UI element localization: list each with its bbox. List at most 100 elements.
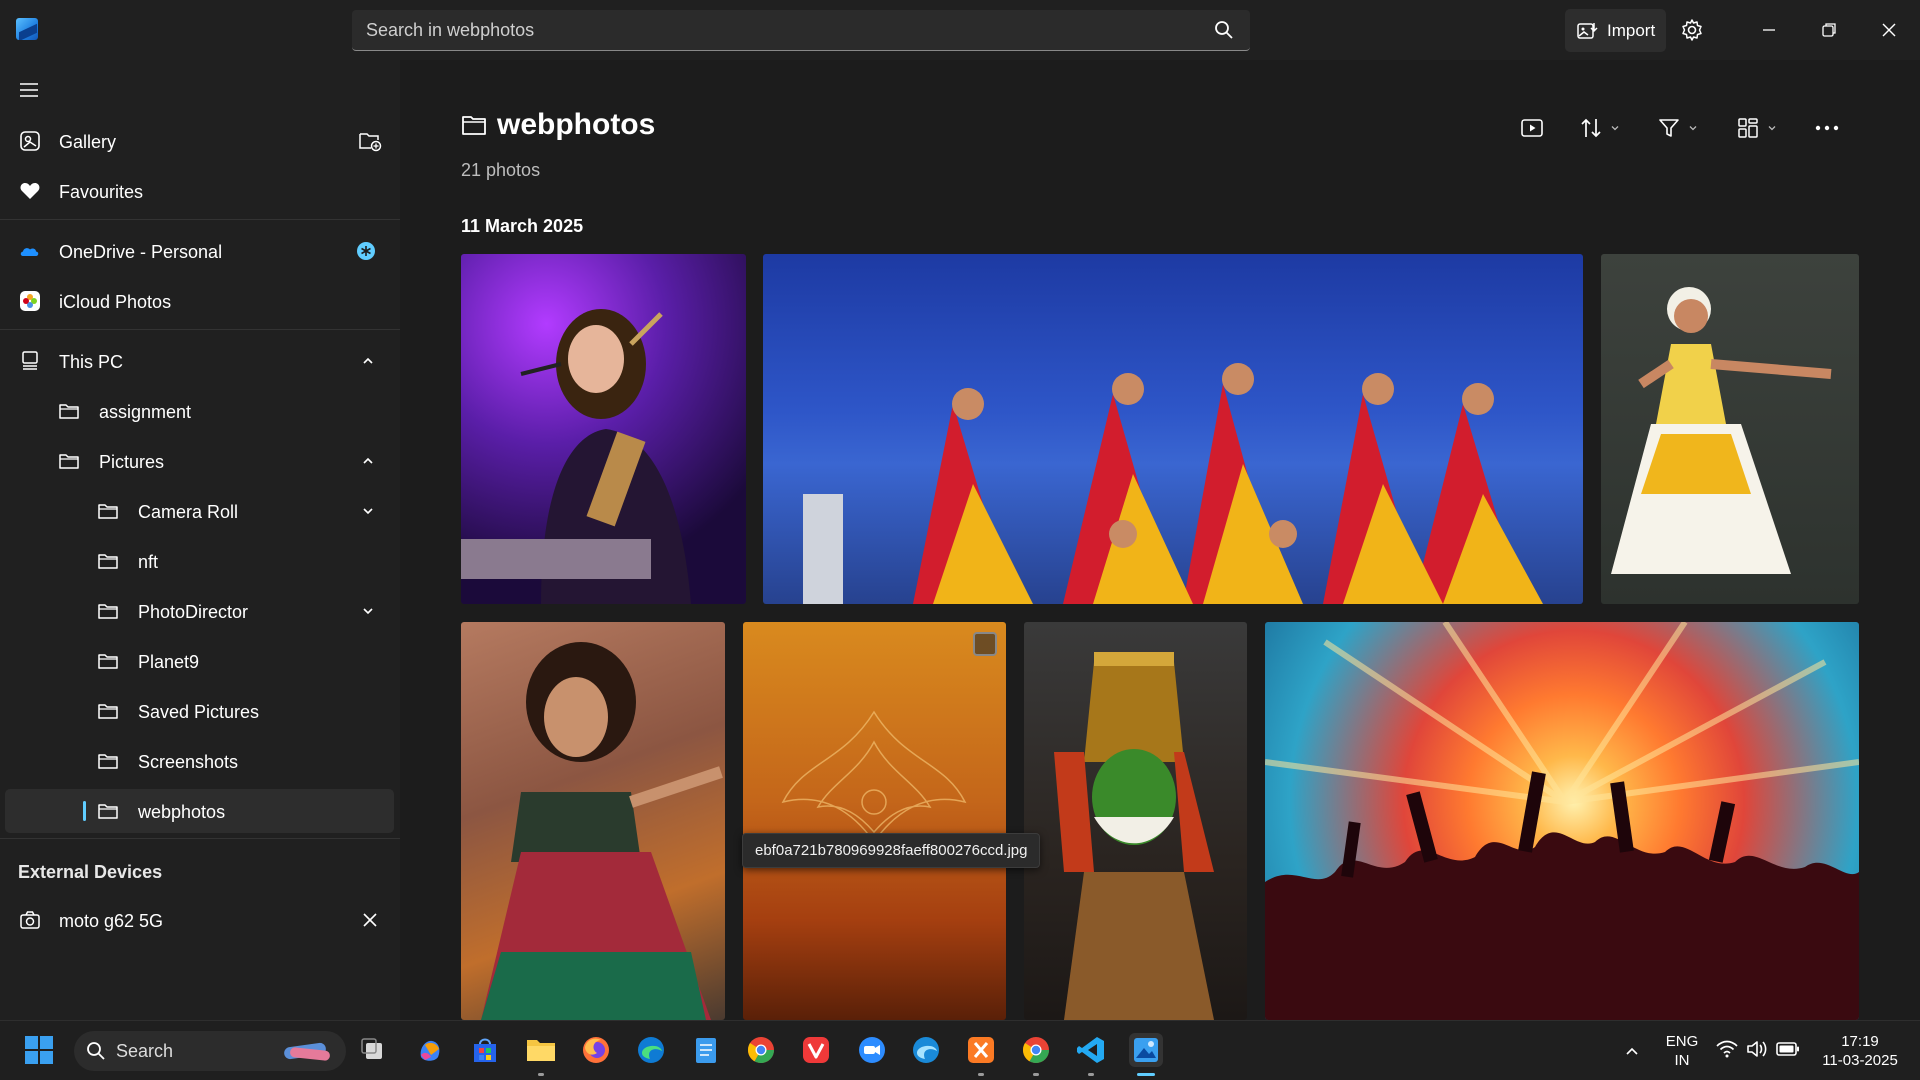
folder-icon: [98, 654, 118, 669]
sidebar-item-device[interactable]: moto g62 5G: [5, 898, 394, 942]
chevron-down-icon[interactable]: [360, 603, 376, 619]
sidebar-item-photodirector[interactable]: PhotoDirector: [5, 589, 394, 633]
chrome-button[interactable]: [744, 1033, 778, 1067]
notepad-button[interactable]: [689, 1033, 723, 1067]
slideshow-button[interactable]: [1521, 114, 1543, 142]
sidebar-item-label: PhotoDirector: [138, 602, 249, 622]
sidebar-item-pictures[interactable]: Pictures: [5, 439, 394, 483]
sidebar-item-planet9[interactable]: Planet9: [5, 639, 394, 683]
sidebar-item-nft[interactable]: nft: [5, 539, 394, 583]
search-icon[interactable]: [1214, 20, 1234, 40]
firefox-button[interactable]: [579, 1033, 613, 1067]
divider: [0, 329, 400, 330]
xampp-button[interactable]: [964, 1033, 998, 1067]
photo-image: [481, 642, 723, 1020]
view-layout-button[interactable]: [1737, 114, 1777, 142]
sidebar-item-onedrive[interactable]: OneDrive - Personal: [5, 229, 394, 273]
task-view-button[interactable]: [356, 1033, 390, 1067]
copilot-button[interactable]: [413, 1033, 447, 1067]
sidebar-item-label: Saved Pictures: [138, 702, 260, 722]
edge-beta-button[interactable]: [909, 1033, 943, 1067]
hamburger-menu-icon[interactable]: [19, 82, 39, 98]
vscode-button[interactable]: [1074, 1033, 1108, 1067]
zoom-button[interactable]: [855, 1033, 889, 1067]
xampp-icon: [968, 1037, 994, 1063]
photo-image: [1054, 652, 1214, 1020]
photo-image: [1611, 287, 1832, 574]
photo-thumbnail[interactable]: [1601, 254, 1859, 604]
sidebar-item-label: Pictures: [99, 452, 165, 472]
close-icon[interactable]: [1877, 18, 1901, 42]
file-explorer-button[interactable]: [524, 1033, 558, 1067]
sidebar-item-screenshots[interactable]: Screenshots: [5, 739, 394, 783]
chevron-up-icon[interactable]: [360, 453, 376, 469]
filter-icon: [1659, 119, 1679, 137]
language-code: ENG: [1665, 1033, 1699, 1050]
photo-thumbnail[interactable]: [1265, 622, 1859, 1020]
sidebar-item-assignment[interactable]: assignment: [5, 389, 394, 433]
sidebar-item-this-pc[interactable]: This PC: [5, 339, 394, 383]
chrome-profile-button[interactable]: [1019, 1033, 1053, 1067]
sidebar-item-label: This PC: [59, 352, 124, 372]
filter-button[interactable]: [1658, 114, 1698, 142]
photo-thumbnail[interactable]: [461, 622, 725, 1020]
chevron-up-icon[interactable]: [360, 353, 376, 369]
start-button[interactable]: [22, 1033, 56, 1067]
vivaldi-button[interactable]: [799, 1033, 833, 1067]
edge-button[interactable]: [634, 1033, 668, 1067]
photo-thumbnail[interactable]: [763, 254, 1583, 604]
sidebar-item-label: assignment: [99, 402, 192, 422]
sync-status-icon: [357, 242, 375, 260]
wifi-icon[interactable]: [1716, 1040, 1738, 1058]
photo-thumbnail[interactable]: [1024, 622, 1247, 1020]
microsoft-store-button[interactable]: [468, 1033, 502, 1067]
chevron-down-icon: [1689, 126, 1697, 131]
sidebar-item-saved-pictures[interactable]: Saved Pictures: [5, 689, 394, 733]
clock[interactable]: 17:19 11-03-2025: [1812, 1032, 1908, 1070]
photos-app-button[interactable]: [1129, 1033, 1163, 1067]
sidebar-item-webphotos[interactable]: webphotos: [5, 789, 394, 833]
search-box[interactable]: [352, 10, 1250, 51]
photo-thumbnail[interactable]: [743, 622, 1006, 1020]
maximize-icon[interactable]: [1817, 18, 1841, 42]
sidebar-item-icloud[interactable]: iCloud Photos: [5, 279, 394, 323]
sidebar-item-gallery[interactable]: Gallery: [5, 119, 394, 163]
search-highlight-icon: [284, 1042, 330, 1061]
add-folder-icon[interactable]: [358, 130, 382, 152]
task-view-icon: [361, 1038, 382, 1059]
eject-close-icon[interactable]: [362, 912, 378, 928]
battery-icon[interactable]: [1776, 1041, 1800, 1057]
folder-icon: [462, 116, 486, 135]
sidebar-item-favourites[interactable]: Favourites: [5, 169, 394, 213]
running-indicator: [538, 1073, 544, 1076]
chevron-down-icon[interactable]: [360, 503, 376, 519]
settings-gear-icon[interactable]: [1680, 18, 1704, 42]
sidebar-item-label: Favourites: [59, 182, 144, 202]
chevron-up-icon[interactable]: [1624, 1043, 1640, 1059]
photo-image: [803, 363, 1543, 604]
sort-button[interactable]: [1580, 114, 1620, 142]
import-label: Import: [1607, 20, 1656, 40]
search-icon: [87, 1042, 105, 1060]
folder-icon: [98, 704, 118, 719]
search-input[interactable]: [366, 10, 1186, 50]
photo-thumbnail[interactable]: [461, 254, 746, 604]
volume-icon[interactable]: [1746, 1039, 1768, 1059]
store-icon: [474, 1038, 496, 1062]
sidebar-item-label: webphotos: [138, 802, 226, 822]
folder-icon: [59, 454, 79, 469]
external-devices-heading: External Devices: [18, 862, 163, 882]
photo-image: [781, 710, 967, 844]
language-indicator[interactable]: ENG IN: [1662, 1032, 1702, 1070]
taskbar-search[interactable]: Search: [74, 1031, 346, 1071]
selection-checkbox[interactable]: [973, 632, 997, 656]
copilot-icon: [420, 1040, 440, 1061]
sidebar-item-label: moto g62 5G: [59, 911, 164, 931]
more-options-button[interactable]: [1815, 114, 1839, 142]
heart-icon: [20, 183, 40, 199]
computer-icon: [22, 351, 38, 370]
sidebar-item-camera-roll[interactable]: Camera Roll: [5, 489, 394, 533]
minimize-icon[interactable]: [1757, 18, 1781, 42]
import-button[interactable]: Import: [1565, 9, 1666, 52]
divider: [0, 219, 400, 220]
